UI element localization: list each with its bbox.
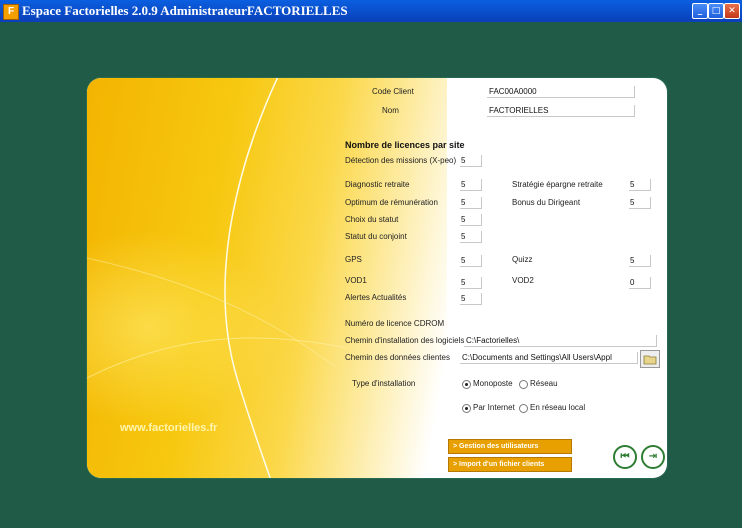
- import-clients-button[interactable]: > Import d'un fichier clients: [448, 457, 572, 472]
- maximize-button[interactable]: □: [708, 3, 724, 19]
- optimum-label: Optimum de rémunération: [345, 198, 438, 207]
- vod1-field[interactable]: 5: [460, 277, 482, 289]
- par-internet-label: Par Internet: [473, 403, 515, 412]
- nom-label: Nom: [382, 106, 399, 115]
- bonus-field[interactable]: 5: [629, 197, 651, 209]
- licences-heading: Nombre de licences par site: [345, 140, 465, 150]
- statut-conjoint-field[interactable]: 5: [460, 231, 482, 243]
- decorative-arc: [87, 78, 348, 478]
- strategie-label: Stratégie épargne retraite: [512, 180, 603, 189]
- chemin-logiciels-field[interactable]: C:\Factorielles\: [464, 335, 657, 347]
- alertes-field[interactable]: 5: [460, 293, 482, 305]
- bonus-label: Bonus du Dirigeant: [512, 198, 581, 207]
- website-url[interactable]: www.factorielles.fr: [120, 422, 217, 434]
- vod2-field[interactable]: 0: [629, 277, 651, 289]
- diagnostic-field[interactable]: 5: [460, 179, 482, 191]
- gestion-utilisateurs-button[interactable]: > Gestion des utilisateurs: [448, 439, 572, 454]
- app-icon: F: [3, 4, 19, 20]
- title-bar: F Espace Factorielles 2.0.9 Administrate…: [0, 0, 742, 22]
- type-install-label: Type d'installation: [352, 379, 416, 388]
- code-client-field[interactable]: FAC00A0000: [487, 86, 635, 98]
- close-button[interactable]: ✕: [724, 3, 740, 19]
- vod2-label: VOD2: [512, 276, 534, 285]
- folder-icon: [643, 355, 657, 365]
- par-internet-radio[interactable]: [462, 404, 471, 413]
- vod1-label: VOD1: [345, 276, 367, 285]
- quizz-field[interactable]: 5: [629, 255, 651, 267]
- gps-label: GPS: [345, 255, 362, 264]
- code-client-label: Code Client: [372, 87, 414, 96]
- window-title: Espace Factorielles 2.0.9 Administrateur…: [22, 3, 348, 18]
- main-panel: www.factorielles.fr Code Client FAC00A00…: [87, 78, 667, 478]
- monoposte-radio[interactable]: [462, 380, 471, 389]
- reseau-local-radio[interactable]: [519, 404, 528, 413]
- minimize-button[interactable]: _: [692, 3, 708, 19]
- alertes-label: Alertes Actualités: [345, 293, 407, 302]
- chemin-logiciels-label: Chemin d'installation des logiciels: [345, 336, 465, 345]
- nom-field[interactable]: FACTORIELLES: [487, 105, 635, 117]
- chemin-donnees-field[interactable]: C:\Documents and Settings\All Users\Appl: [460, 352, 638, 364]
- detection-label: Détection des missions (X-peo): [345, 156, 457, 165]
- back-button[interactable]: ⏮: [613, 445, 637, 469]
- cdrom-label: Numéro de licence CDROM: [345, 319, 445, 328]
- statut-conjoint-label: Statut du conjoint: [345, 232, 407, 241]
- chemin-donnees-label: Chemin des données clientes: [345, 353, 450, 362]
- diagnostic-label: Diagnostic retraite: [345, 180, 410, 189]
- optimum-field[interactable]: 5: [460, 197, 482, 209]
- strategie-field[interactable]: 5: [629, 179, 651, 191]
- choix-label: Choix du statut: [345, 215, 399, 224]
- quizz-label: Quizz: [512, 255, 533, 264]
- reseau-local-label: En réseau local: [530, 403, 586, 412]
- exit-button[interactable]: ⇥: [641, 445, 665, 469]
- reseau-label: Réseau: [530, 379, 558, 388]
- detection-field[interactable]: 5: [460, 155, 482, 167]
- choix-field[interactable]: 5: [460, 214, 482, 226]
- reseau-radio[interactable]: [519, 380, 528, 389]
- monoposte-label: Monoposte: [473, 379, 513, 388]
- browse-folder-button[interactable]: [640, 350, 660, 368]
- gps-field[interactable]: 5: [460, 255, 482, 267]
